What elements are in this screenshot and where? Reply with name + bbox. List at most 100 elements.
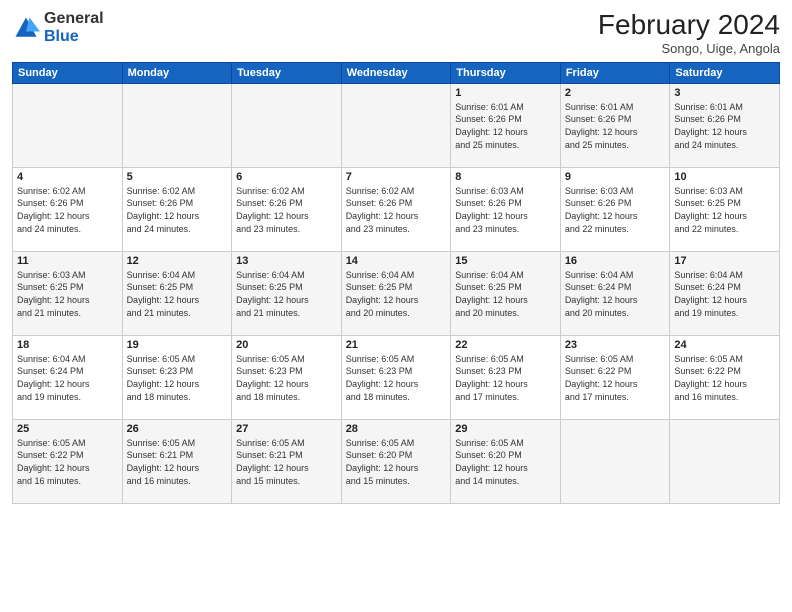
calendar-cell: 23 Sunrise: 6:05 AMSunset: 6:22 PMDayligh… [560,335,670,419]
calendar-cell: 14 Sunrise: 6:04 AMSunset: 6:25 PMDayligh… [341,251,451,335]
day-number: 27 [236,423,337,435]
day-number: 18 [17,339,118,351]
day-number: 16 [565,255,666,267]
day-info: Sunrise: 6:02 AMSunset: 6:26 PMDaylight:… [236,185,337,235]
day-number: 2 [565,87,666,99]
day-info: Sunrise: 6:04 AMSunset: 6:25 PMDaylight:… [127,269,228,319]
month-year: February 2024 [598,10,780,41]
calendar-cell: 19 Sunrise: 6:05 AMSunset: 6:23 PMDayligh… [122,335,232,419]
day-of-week-header: Wednesday [341,62,451,83]
day-info: Sunrise: 6:01 AMSunset: 6:26 PMDaylight:… [565,101,666,151]
day-of-week-header: Tuesday [232,62,342,83]
day-info: Sunrise: 6:01 AMSunset: 6:26 PMDaylight:… [455,101,556,151]
day-number: 29 [455,423,556,435]
calendar-cell [13,83,123,167]
day-number: 6 [236,171,337,183]
day-number: 24 [674,339,775,351]
calendar-cell: 16 Sunrise: 6:04 AMSunset: 6:24 PMDayligh… [560,251,670,335]
calendar-cell: 24 Sunrise: 6:05 AMSunset: 6:22 PMDayligh… [670,335,780,419]
page: General Blue February 2024 Songo, Uige, … [0,0,792,612]
day-info: Sunrise: 6:04 AMSunset: 6:25 PMDaylight:… [455,269,556,319]
day-number: 25 [17,423,118,435]
calendar-week-row: 25 Sunrise: 6:05 AMSunset: 6:22 PMDayligh… [13,419,780,503]
calendar-week-row: 18 Sunrise: 6:04 AMSunset: 6:24 PMDayligh… [13,335,780,419]
day-number: 17 [674,255,775,267]
day-info: Sunrise: 6:03 AMSunset: 6:25 PMDaylight:… [17,269,118,319]
calendar-cell: 17 Sunrise: 6:04 AMSunset: 6:24 PMDayligh… [670,251,780,335]
calendar-cell [670,419,780,503]
header-row: SundayMondayTuesdayWednesdayThursdayFrid… [13,62,780,83]
day-number: 8 [455,171,556,183]
day-number: 1 [455,87,556,99]
calendar-body: 1 Sunrise: 6:01 AMSunset: 6:26 PMDaylight… [13,83,780,503]
day-of-week-header: Saturday [670,62,780,83]
day-info: Sunrise: 6:05 AMSunset: 6:23 PMDaylight:… [127,353,228,403]
calendar-cell: 27 Sunrise: 6:05 AMSunset: 6:21 PMDayligh… [232,419,342,503]
day-number: 20 [236,339,337,351]
day-number: 23 [565,339,666,351]
calendar: SundayMondayTuesdayWednesdayThursdayFrid… [12,62,780,504]
day-number: 21 [346,339,447,351]
calendar-cell: 10Sunrise: 6:03 AMSunset: 6:25 PMDayligh… [670,167,780,251]
day-info: Sunrise: 6:05 AMSunset: 6:20 PMDaylight:… [455,437,556,487]
calendar-cell: 2 Sunrise: 6:01 AMSunset: 6:26 PMDaylight… [560,83,670,167]
day-info: Sunrise: 6:05 AMSunset: 6:21 PMDaylight:… [236,437,337,487]
day-number: 28 [346,423,447,435]
day-info: Sunrise: 6:04 AMSunset: 6:25 PMDaylight:… [346,269,447,319]
day-info: Sunrise: 6:05 AMSunset: 6:22 PMDaylight:… [565,353,666,403]
calendar-cell: 12 Sunrise: 6:04 AMSunset: 6:25 PMDayligh… [122,251,232,335]
calendar-cell: 4Sunrise: 6:02 AMSunset: 6:26 PMDaylight… [13,167,123,251]
day-info: Sunrise: 6:01 AMSunset: 6:26 PMDaylight:… [674,101,775,151]
calendar-cell: 3Sunrise: 6:01 AMSunset: 6:26 PMDaylight… [670,83,780,167]
location: Songo, Uige, Angola [598,41,780,56]
calendar-cell: 8 Sunrise: 6:03 AMSunset: 6:26 PMDaylight… [451,167,561,251]
logo: General Blue [12,10,104,45]
day-info: Sunrise: 6:05 AMSunset: 6:20 PMDaylight:… [346,437,447,487]
day-info: Sunrise: 6:05 AMSunset: 6:23 PMDaylight:… [455,353,556,403]
day-number: 5 [127,171,228,183]
day-info: Sunrise: 6:05 AMSunset: 6:23 PMDaylight:… [346,353,447,403]
logo-text: General Blue [44,10,104,45]
calendar-cell: 20 Sunrise: 6:05 AMSunset: 6:23 PMDayligh… [232,335,342,419]
day-number: 4 [17,171,118,183]
day-info: Sunrise: 6:04 AMSunset: 6:24 PMDaylight:… [17,353,118,403]
day-info: Sunrise: 6:05 AMSunset: 6:22 PMDaylight:… [674,353,775,403]
calendar-cell [560,419,670,503]
calendar-cell: 26 Sunrise: 6:05 AMSunset: 6:21 PMDayligh… [122,419,232,503]
day-info: Sunrise: 6:05 AMSunset: 6:22 PMDaylight:… [17,437,118,487]
calendar-cell: 21 Sunrise: 6:05 AMSunset: 6:23 PMDayligh… [341,335,451,419]
day-number: 12 [127,255,228,267]
day-number: 13 [236,255,337,267]
day-number: 14 [346,255,447,267]
day-info: Sunrise: 6:03 AMSunset: 6:25 PMDaylight:… [674,185,775,235]
calendar-cell: 22 Sunrise: 6:05 AMSunset: 6:23 PMDayligh… [451,335,561,419]
calendar-cell [341,83,451,167]
day-of-week-header: Friday [560,62,670,83]
calendar-cell: 28 Sunrise: 6:05 AMSunset: 6:20 PMDayligh… [341,419,451,503]
day-info: Sunrise: 6:04 AMSunset: 6:24 PMDaylight:… [565,269,666,319]
day-number: 19 [127,339,228,351]
day-info: Sunrise: 6:03 AMSunset: 6:26 PMDaylight:… [565,185,666,235]
logo-icon [12,14,40,42]
calendar-header: SundayMondayTuesdayWednesdayThursdayFrid… [13,62,780,83]
day-info: Sunrise: 6:03 AMSunset: 6:26 PMDaylight:… [455,185,556,235]
title-block: February 2024 Songo, Uige, Angola [598,10,780,56]
calendar-cell: 18 Sunrise: 6:04 AMSunset: 6:24 PMDayligh… [13,335,123,419]
day-info: Sunrise: 6:02 AMSunset: 6:26 PMDaylight:… [346,185,447,235]
day-info: Sunrise: 6:04 AMSunset: 6:24 PMDaylight:… [674,269,775,319]
day-number: 22 [455,339,556,351]
calendar-cell [122,83,232,167]
calendar-week-row: 4 Sunrise: 6:02 AMSunset: 6:26 PMDaylight… [13,167,780,251]
day-info: Sunrise: 6:02 AMSunset: 6:26 PMDaylight:… [127,185,228,235]
day-info: Sunrise: 6:05 AMSunset: 6:23 PMDaylight:… [236,353,337,403]
day-info: Sunrise: 6:04 AMSunset: 6:25 PMDaylight:… [236,269,337,319]
calendar-cell: 11Sunrise: 6:03 AMSunset: 6:25 PMDayligh… [13,251,123,335]
calendar-cell: 9 Sunrise: 6:03 AMSunset: 6:26 PMDaylight… [560,167,670,251]
calendar-cell: 29 Sunrise: 6:05 AMSunset: 6:20 PMDayligh… [451,419,561,503]
day-number: 26 [127,423,228,435]
day-number: 9 [565,171,666,183]
calendar-cell: 25 Sunrise: 6:05 AMSunset: 6:22 PMDayligh… [13,419,123,503]
calendar-cell: 1 Sunrise: 6:01 AMSunset: 6:26 PMDaylight… [451,83,561,167]
day-number: 7 [346,171,447,183]
day-info: Sunrise: 6:05 AMSunset: 6:21 PMDaylight:… [127,437,228,487]
